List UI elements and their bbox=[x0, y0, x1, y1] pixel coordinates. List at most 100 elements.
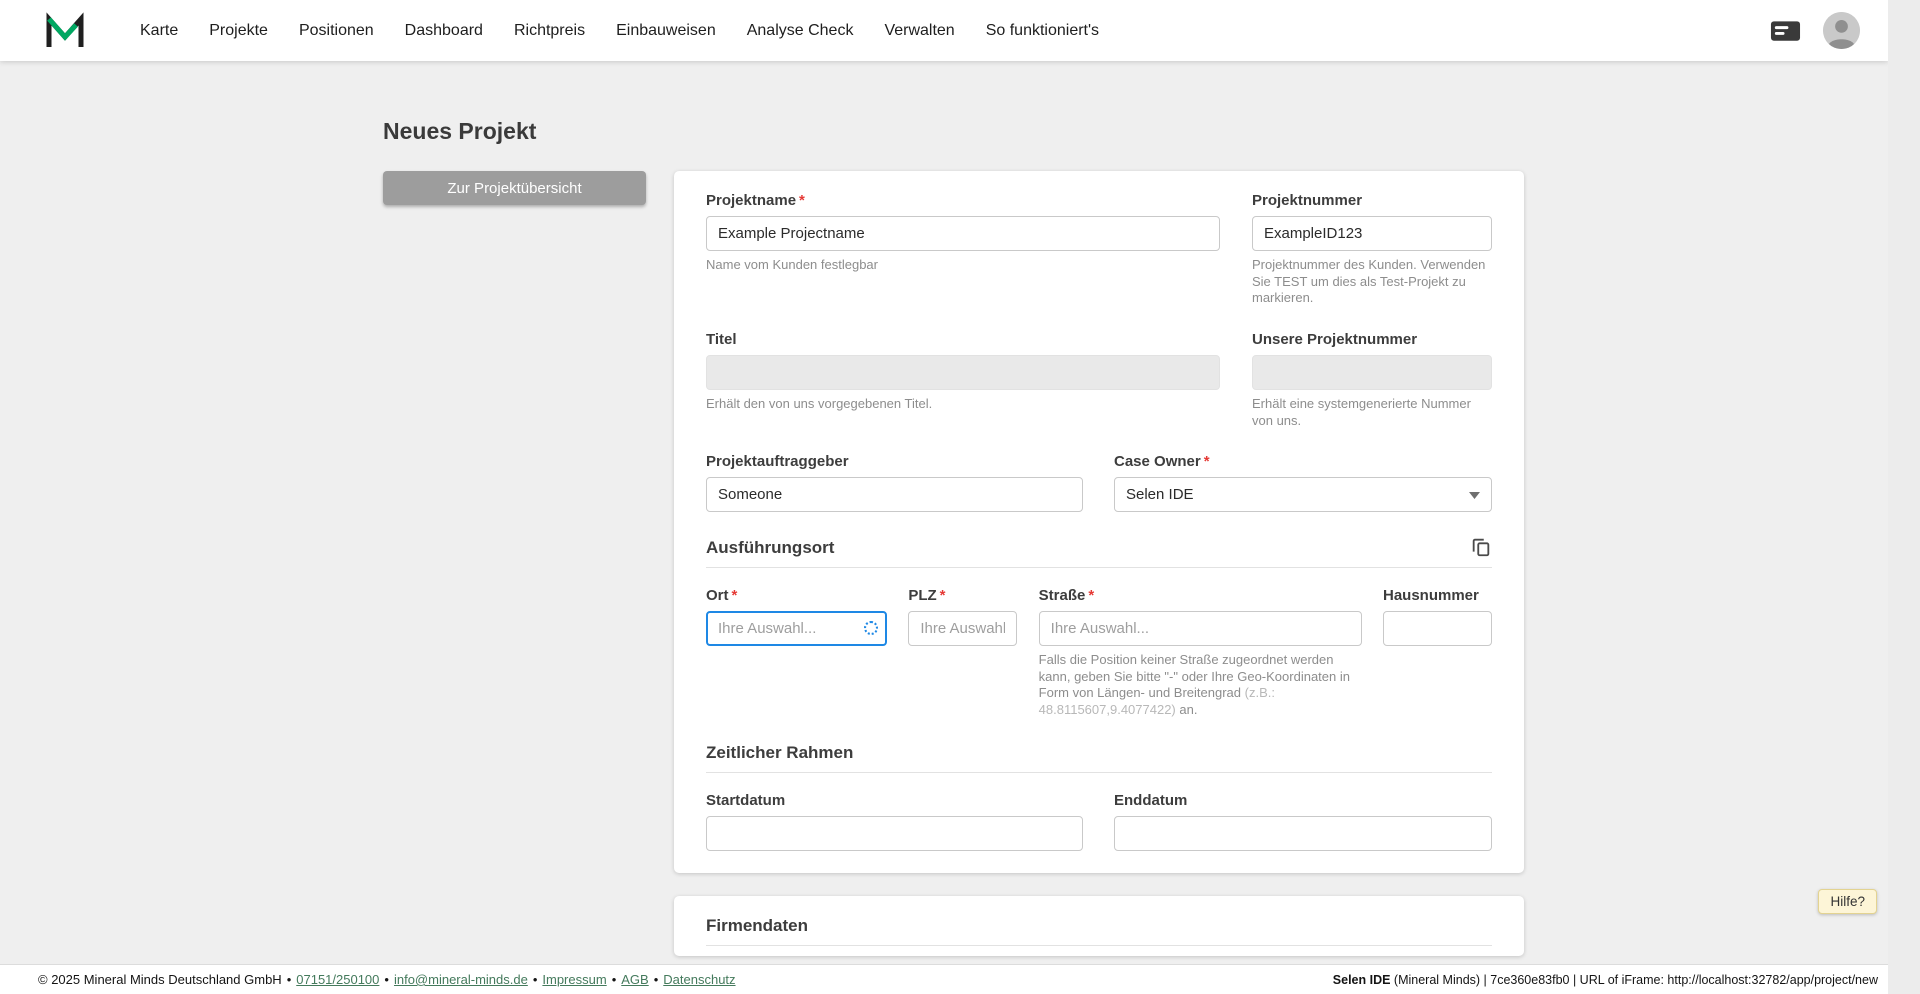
session-user: Selen IDE bbox=[1332, 972, 1391, 987]
projektauftraggeber-input[interactable] bbox=[706, 477, 1083, 513]
strasse-label: Straße * bbox=[1039, 587, 1362, 605]
case-owner-field: Case Owner * Selen IDE bbox=[1114, 453, 1492, 513]
section-title-zeitlicher-rahmen: Zeitlicher Rahmen bbox=[706, 742, 854, 762]
nav-item-verwalten[interactable]: Verwalten bbox=[884, 22, 954, 40]
top-nav-bar: Karte Projekte Positionen Dashboard Rich… bbox=[0, 0, 1888, 61]
server-icon[interactable] bbox=[1770, 19, 1801, 43]
projektname-field: Projektname* Name vom Kunden festlegbar bbox=[706, 192, 1220, 307]
main-content: Neues Projekt Zur Projektübersicht Proje… bbox=[0, 61, 1888, 957]
footer-separator: • bbox=[611, 972, 617, 987]
startdatum-label: Startdatum bbox=[706, 792, 786, 810]
titel-input bbox=[706, 354, 1220, 390]
section-title-firmendaten: Firmendaten bbox=[706, 916, 809, 936]
unsere-projektnummer-helper: Erhält eine systemgenerierte Nummer von … bbox=[1252, 395, 1471, 428]
startdatum-input[interactable] bbox=[706, 816, 1083, 852]
nav-item-karte[interactable]: Karte bbox=[140, 22, 178, 40]
left-column: Zur Projektübersicht bbox=[383, 171, 646, 205]
footer-separator: • bbox=[653, 972, 659, 987]
footer-link-impressum[interactable]: Impressum bbox=[542, 972, 606, 987]
footer-link-phone[interactable]: 07151/250100 bbox=[296, 972, 379, 987]
nav-item-so-funktionierts[interactable]: So funktioniert's bbox=[986, 22, 1099, 40]
main-nav: Karte Projekte Positionen Dashboard Rich… bbox=[140, 22, 1099, 40]
projektnummer-field: Projektnummer Projektnummer des Kunden. … bbox=[1252, 192, 1492, 307]
projektname-input[interactable] bbox=[706, 216, 1220, 251]
chevron-down-icon bbox=[1469, 486, 1480, 503]
enddatum-input[interactable] bbox=[1114, 816, 1492, 852]
user-avatar[interactable] bbox=[1823, 12, 1860, 49]
enddatum-label: Enddatum bbox=[1114, 792, 1188, 810]
person-icon bbox=[1823, 12, 1860, 49]
copy-icon[interactable] bbox=[1470, 536, 1492, 558]
plz-label: PLZ * bbox=[908, 587, 1017, 605]
plz-label-text: PLZ bbox=[908, 587, 937, 605]
footer-link-datenschutz[interactable]: Datenschutz bbox=[663, 972, 735, 987]
page-title: Neues Projekt bbox=[383, 118, 537, 144]
ort-field: Ort * bbox=[706, 587, 887, 719]
app-window: Karte Projekte Positionen Dashboard Rich… bbox=[0, 0, 1888, 994]
nav-item-richtpreis[interactable]: Richtpreis bbox=[514, 22, 585, 40]
required-marker: * bbox=[799, 192, 805, 209]
strasse-input[interactable] bbox=[1038, 611, 1362, 647]
ort-input[interactable] bbox=[706, 611, 887, 647]
strasse-label-text: Straße bbox=[1038, 587, 1086, 605]
titel-helper: Erhält den von uns vorgegebenen Titel. bbox=[706, 395, 933, 411]
projektnummer-input[interactable] bbox=[1252, 216, 1492, 251]
footer-info: © 2025 Mineral Minds Deutschland GmbH • … bbox=[38, 972, 736, 987]
unsere-projektnummer-field: Unsere Projektnummer Erhält eine systemg… bbox=[1252, 331, 1492, 429]
session-info: Selen IDE (Mineral Minds) | 7ce360e83fb0… bbox=[1333, 973, 1878, 987]
case-owner-label-text: Case Owner bbox=[1114, 453, 1201, 471]
footer-link-email[interactable]: info@mineral-minds.de bbox=[394, 972, 528, 987]
firmendaten-card: Firmendaten bbox=[674, 896, 1524, 957]
footer-separator: • bbox=[532, 972, 538, 987]
strasse-helper-suffix: an. bbox=[1175, 702, 1198, 717]
mineral-minds-logo[interactable] bbox=[44, 11, 86, 51]
copyright-text: © 2025 Mineral Minds Deutschland GmbH bbox=[38, 972, 282, 987]
footer-bar: © 2025 Mineral Minds Deutschland GmbH • … bbox=[0, 964, 1888, 994]
section-firmendaten-header: Firmendaten bbox=[706, 916, 1492, 947]
required-marker: * bbox=[1203, 453, 1210, 471]
projektname-label: Projektname * bbox=[706, 192, 1220, 210]
case-owner-select[interactable]: Selen IDE bbox=[1114, 477, 1492, 513]
required-marker: * bbox=[939, 587, 946, 605]
nav-item-dashboard[interactable]: Dashboard bbox=[405, 22, 483, 40]
titel-field: Titel Erhält den von uns vorgegebenen Ti… bbox=[706, 331, 1220, 429]
project-overview-button[interactable]: Zur Projektübersicht bbox=[383, 171, 646, 205]
loading-spinner-icon bbox=[864, 620, 878, 635]
footer-separator: • bbox=[384, 972, 389, 987]
strasse-field: Straße* Falls die Position keiner Straße… bbox=[1038, 587, 1362, 719]
projektname-helper: Name vom Kunden festlegbar bbox=[706, 257, 878, 272]
header-actions bbox=[1770, 12, 1868, 49]
projektname-label-text: Projektname bbox=[706, 192, 797, 209]
plz-field: PLZ * bbox=[908, 587, 1018, 719]
unsere-projektnummer-label: Unsere Projektnummer bbox=[1252, 330, 1418, 348]
projektnummer-label: Projektnummer bbox=[1252, 192, 1363, 209]
startdatum-field: Startdatum bbox=[706, 792, 1083, 852]
form-column: Projektname* Name vom Kunden festlegbar … bbox=[674, 171, 1524, 957]
projektnummer-helper: Projektnummer des Kunden. Verwenden Sie … bbox=[1252, 257, 1486, 306]
hausnummer-field: Hausnummer bbox=[1382, 587, 1492, 719]
nav-item-projekte[interactable]: Projekte bbox=[209, 22, 268, 40]
strasse-helper: Falls die Position keiner Straße zugeord… bbox=[1039, 652, 1362, 719]
hausnummer-label: Hausnummer bbox=[1382, 587, 1479, 605]
ort-label: Ort * bbox=[706, 587, 887, 605]
section-zeitlicher-rahmen-header: Zeitlicher Rahmen bbox=[706, 742, 1492, 774]
plz-input[interactable] bbox=[908, 611, 1018, 647]
session-details: (Mineral Minds) | 7ce360e83fb0 | URL of … bbox=[1390, 972, 1878, 987]
case-owner-label: Case Owner * bbox=[1114, 453, 1492, 471]
footer-link-agb[interactable]: AGB bbox=[621, 972, 648, 987]
help-button[interactable]: Hilfe? bbox=[1818, 889, 1877, 914]
case-owner-selected-value: Selen IDE bbox=[1126, 486, 1194, 504]
logo-mark bbox=[46, 11, 84, 47]
nav-item-analyse-check[interactable]: Analyse Check bbox=[747, 22, 854, 40]
required-marker: * bbox=[731, 587, 738, 605]
strasse-helper-main: Falls die Position keiner Straße zugeord… bbox=[1038, 652, 1350, 701]
projektauftraggeber-field: Projektauftraggeber bbox=[706, 453, 1083, 513]
hausnummer-input[interactable] bbox=[1382, 611, 1492, 647]
project-form-card: Projektname* Name vom Kunden festlegbar … bbox=[674, 171, 1524, 874]
nav-item-einbauweisen[interactable]: Einbauweisen bbox=[616, 22, 716, 40]
ort-label-text: Ort bbox=[706, 587, 729, 605]
required-marker: * bbox=[1088, 587, 1095, 605]
titel-label: Titel bbox=[706, 330, 737, 348]
section-ausfuehrungsort-header: Ausführungsort bbox=[706, 536, 1492, 569]
nav-item-positionen[interactable]: Positionen bbox=[299, 22, 374, 40]
